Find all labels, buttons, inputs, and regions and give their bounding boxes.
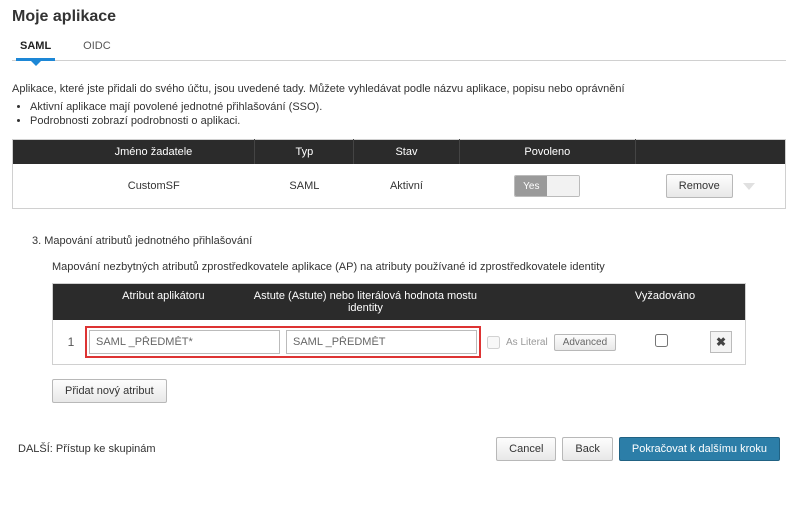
app-header-enabled: Povoleno xyxy=(459,140,635,165)
attr-header-applicator: Atribut aplikátoru xyxy=(81,284,246,320)
delete-row-button[interactable]: ✖ xyxy=(710,331,732,353)
applicator-attribute-input[interactable] xyxy=(89,330,280,354)
toggle-spacer xyxy=(547,176,579,196)
attr-row-index: 1 xyxy=(57,335,85,349)
app-header-actions xyxy=(636,140,786,165)
intro-line: Aplikace, které jste přidali do svého úč… xyxy=(12,83,786,95)
applications-table: Jméno žadatele Typ Stav Povoleno CustomS… xyxy=(12,139,786,209)
intro-bullets: Aktivní aplikace mají povolené jednotné … xyxy=(30,101,786,127)
app-header-state: Stav xyxy=(354,140,459,165)
attr-row: 1 As Literal Advanced ✖ xyxy=(53,320,745,364)
advanced-button[interactable]: Advanced xyxy=(554,334,616,351)
tab-saml[interactable]: SAML xyxy=(16,34,55,60)
app-header-name: Jméno žadatele xyxy=(53,140,255,165)
close-icon: ✖ xyxy=(716,335,726,349)
next-prefix: DALŠÍ: xyxy=(18,443,56,455)
intro-bullet-1: Aktivní aplikace mají povolené jednotné … xyxy=(30,101,786,113)
tab-bar: SAML OIDC xyxy=(12,34,786,61)
attr-header-required: Vyžadováno xyxy=(625,284,705,320)
attribute-mapping-table: Atribut aplikátoru Astute (Astute) nebo … xyxy=(52,283,746,365)
page-root: Moje aplikace SAML OIDC Aplikace, které … xyxy=(0,0,798,473)
continue-button[interactable]: Pokračovat k dalšímu kroku xyxy=(619,437,780,461)
attr-row-options: As Literal Advanced xyxy=(481,334,621,351)
step-subtitle: Mapování nezbytných atributů zprostředko… xyxy=(52,261,776,273)
toggle-yes-label: Yes xyxy=(515,176,547,196)
app-state: Aktivní xyxy=(354,164,459,209)
attr-header: Atribut aplikátoru Astute (Astute) nebo … xyxy=(53,284,745,320)
table-row: CustomSF SAML Aktivní Yes Remove xyxy=(13,164,786,209)
intro-bullet-2: Podrobnosti zobrazí podrobnosti o aplika… xyxy=(30,115,786,127)
step-area: 3. Mapování atributů jednotného přihlašo… xyxy=(22,235,776,403)
app-name: CustomSF xyxy=(53,164,255,209)
as-literal-label: As Literal xyxy=(506,337,548,348)
remove-button[interactable]: Remove xyxy=(666,174,733,198)
row-actions: Remove xyxy=(666,174,755,198)
page-title: Moje aplikace xyxy=(12,8,786,26)
cancel-button[interactable]: Cancel xyxy=(496,437,556,461)
as-literal-checkbox[interactable] xyxy=(487,336,500,349)
step-title: 3. Mapování atributů jednotného přihlašo… xyxy=(22,235,776,247)
required-checkbox[interactable] xyxy=(655,334,668,347)
app-type: SAML xyxy=(255,164,354,209)
enabled-toggle[interactable]: Yes xyxy=(514,175,580,197)
next-value: Přístup ke skupinám xyxy=(56,443,156,455)
back-button[interactable]: Back xyxy=(562,437,612,461)
app-header-type: Typ xyxy=(255,140,354,165)
next-step-label: DALŠÍ: Přístup ke skupinám xyxy=(18,443,156,455)
app-header-blank xyxy=(13,140,53,165)
tab-oidc[interactable]: OIDC xyxy=(79,34,115,60)
intro-section: Aplikace, které jste přidali do svého úč… xyxy=(12,83,786,127)
footer: DALŠÍ: Přístup ke skupinám Cancel Back P… xyxy=(12,437,786,461)
add-attribute-button[interactable]: Přidat nový atribut xyxy=(52,379,167,403)
highlight-box xyxy=(85,326,481,358)
attr-header-bridge: Astute (Astute) nebo literálová hodnota … xyxy=(246,284,485,320)
expand-row-icon[interactable] xyxy=(743,183,755,190)
bridge-value-input[interactable] xyxy=(286,330,477,354)
